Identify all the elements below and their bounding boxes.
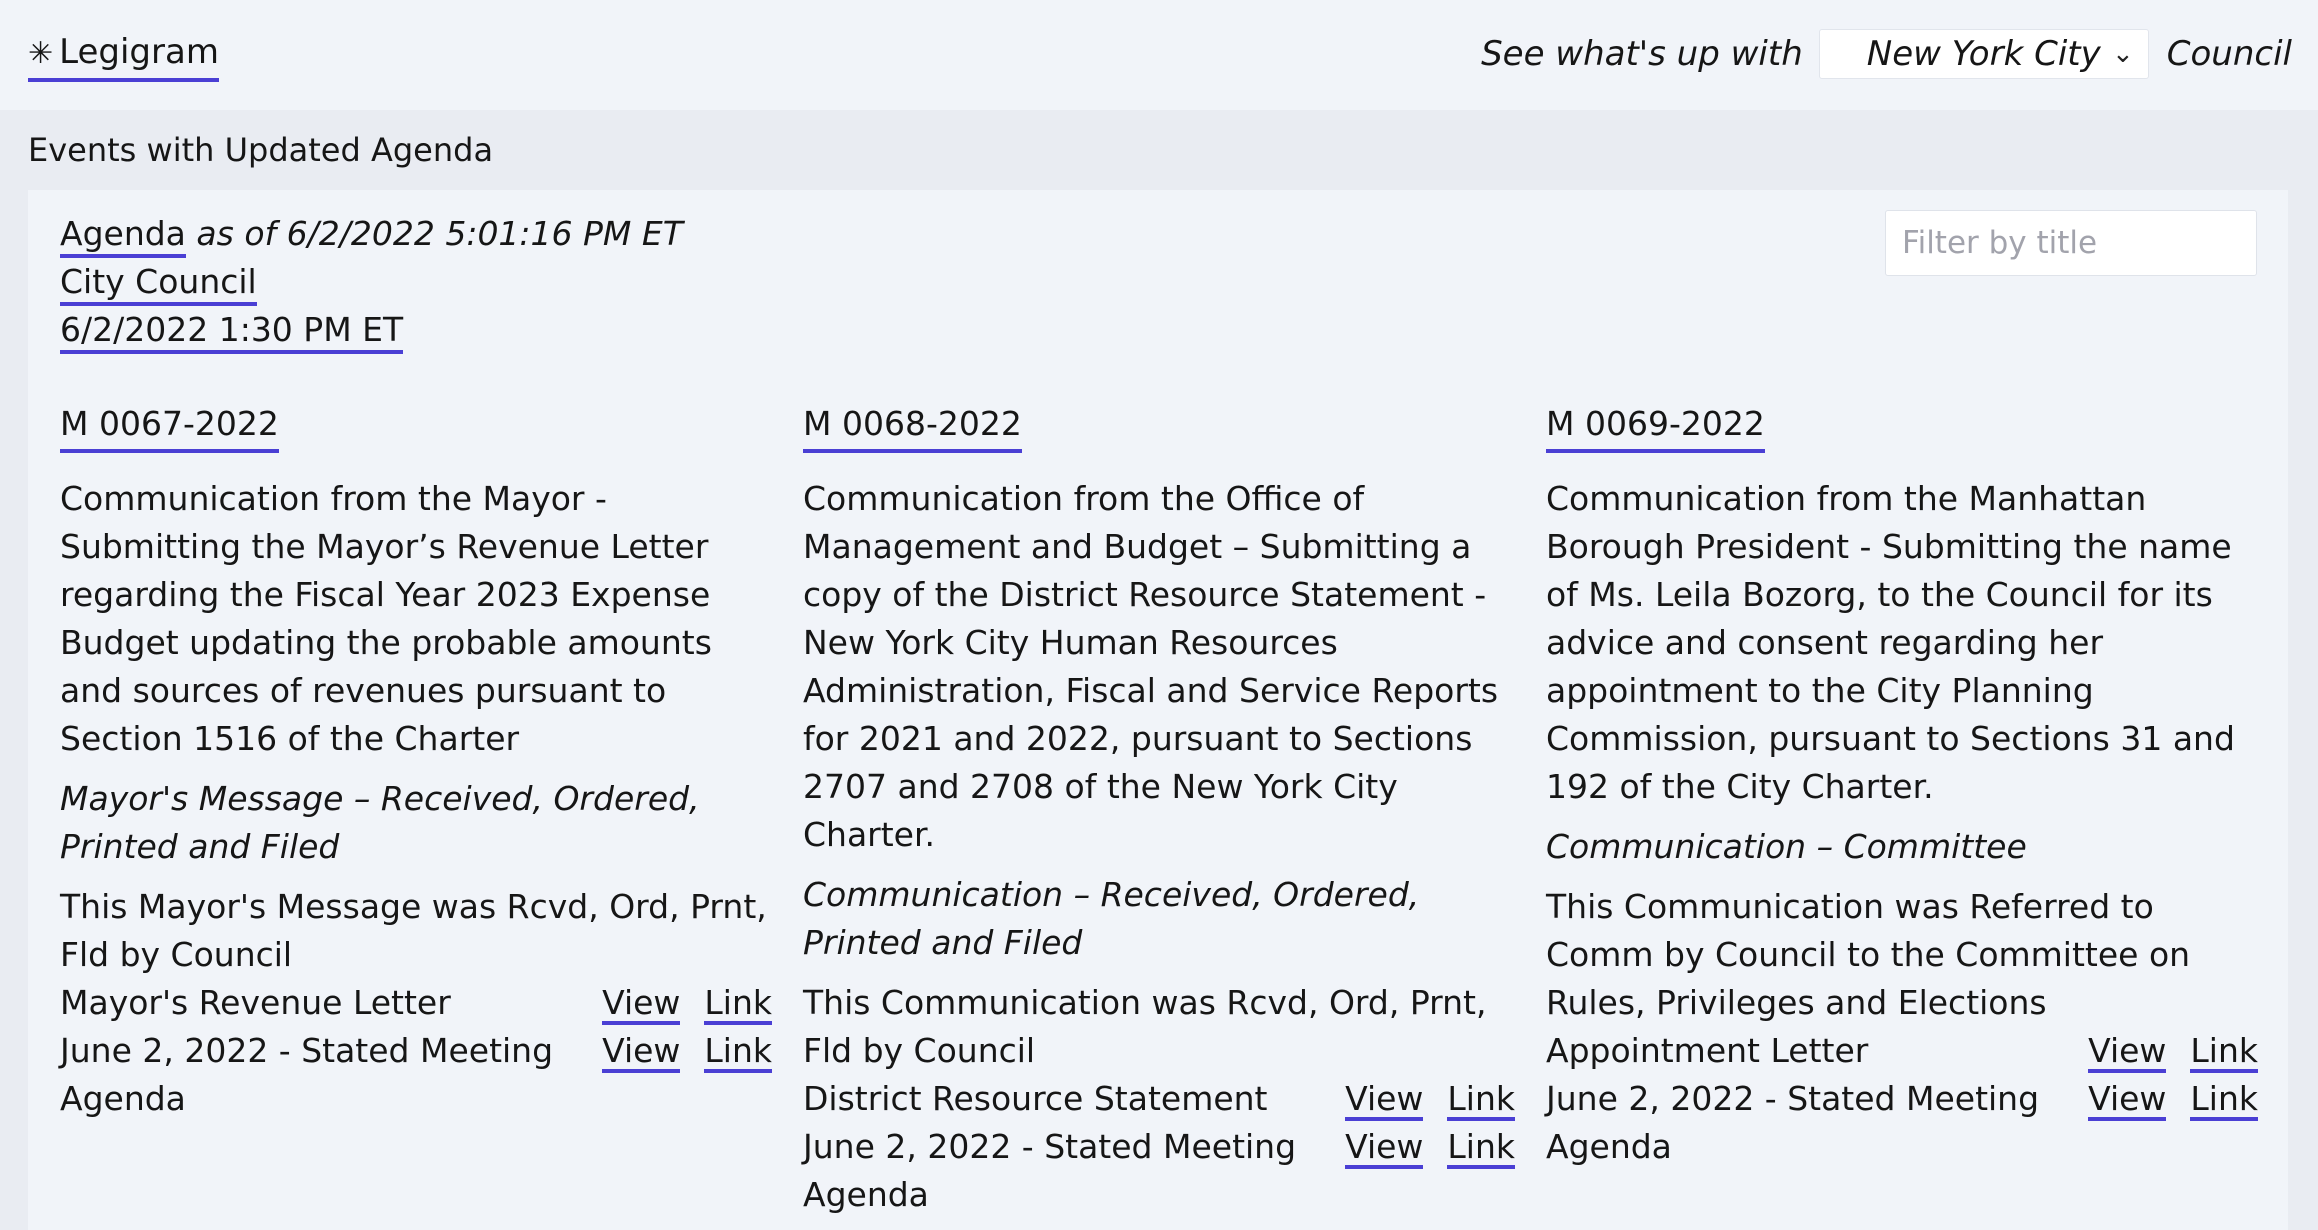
agenda-link[interactable]: Agenda xyxy=(60,214,186,258)
chevron-down-icon: ⌄ xyxy=(2111,39,2134,69)
item-description: Communication from the Office of Managem… xyxy=(803,479,1499,854)
attachment-row: June 2, 2022 - Stated Meeting Agenda Vie… xyxy=(1546,1075,2258,1171)
agenda-item: M 0068-2022 Communication from the Offic… xyxy=(803,400,1515,1219)
agenda-item: M 0069-2022 Communication from the Manha… xyxy=(1546,400,2258,1171)
external-link[interactable]: Link xyxy=(704,979,772,1025)
item-action: Mayor's Message – Received, Ordered, Pri… xyxy=(60,779,700,866)
view-link[interactable]: View xyxy=(2088,1027,2167,1073)
attachment-row: June 2, 2022 - Stated Meeting Agenda Vie… xyxy=(803,1123,1515,1219)
view-link[interactable]: View xyxy=(602,979,681,1025)
item-description: Communication from the Mayor - Submittin… xyxy=(60,479,712,758)
attachment-row: Mayor's Revenue Letter View Link xyxy=(60,979,772,1027)
picker-suffix: Council xyxy=(2166,34,2292,74)
view-link[interactable]: View xyxy=(1345,1123,1424,1169)
section-title: Events with Updated Agenda xyxy=(28,131,494,169)
item-number-link[interactable]: M 0067-2022 xyxy=(60,400,279,453)
external-link[interactable]: Link xyxy=(1447,1123,1515,1169)
attachment-name: June 2, 2022 - Stated Meeting Agenda xyxy=(1546,1079,2040,1166)
item-action: Communication – Committee xyxy=(1546,827,2027,866)
top-bar: ✳ Legigram See what's up with New York Ci… xyxy=(0,0,2318,110)
item-result: This Mayor's Message was Rcvd, Ord, Prnt… xyxy=(60,887,767,974)
external-link[interactable]: Link xyxy=(2190,1075,2258,1121)
agenda-as-of: as of 6/2/2022 5:01:16 PM ET xyxy=(196,214,683,253)
view-link[interactable]: View xyxy=(602,1027,681,1073)
attachment-name: June 2, 2022 - Stated Meeting Agenda xyxy=(803,1127,1297,1214)
view-link[interactable]: View xyxy=(1345,1075,1424,1121)
asterisk-icon: ✳ xyxy=(28,36,54,71)
agenda-item: M 0067-2022 Communication from the Mayor… xyxy=(60,400,772,1123)
external-link[interactable]: Link xyxy=(1447,1075,1515,1121)
view-link[interactable]: View xyxy=(2088,1075,2167,1121)
attachment-row: June 2, 2022 - Stated Meeting Agenda Vie… xyxy=(60,1027,772,1123)
external-link[interactable]: Link xyxy=(2190,1027,2258,1073)
picker-prompt: See what's up with xyxy=(1481,34,1803,74)
attachment-name: Mayor's Revenue Letter xyxy=(60,983,451,1022)
item-result: This Communication was Rcvd, Ord, Prnt, … xyxy=(803,983,1487,1070)
item-result: This Communication was Referred to Comm … xyxy=(1546,887,2191,1022)
city-select-value: New York City xyxy=(1866,34,2101,74)
item-number-link[interactable]: M 0068-2022 xyxy=(803,400,1022,453)
attachment-name: Appointment Letter xyxy=(1546,1031,1869,1070)
event-datetime-link[interactable]: 6/2/2022 1:30 PM ET xyxy=(60,310,404,354)
brand-name: Legigram xyxy=(59,32,219,72)
attachment-name: June 2, 2022 - Stated Meeting Agenda xyxy=(60,1031,554,1118)
filter-by-title-input[interactable] xyxy=(1885,210,2257,276)
city-picker: See what's up with New York City ⌄ Counc… xyxy=(1481,28,2292,80)
attachment-name: District Resource Statement xyxy=(803,1079,1268,1118)
event-header: Agenda as of 6/2/2022 5:01:16 PM ET City… xyxy=(60,210,683,354)
external-link[interactable]: Link xyxy=(704,1027,772,1073)
item-description: Communication from the Manhattan Borough… xyxy=(1546,479,2235,806)
attachment-row: Appointment Letter View Link xyxy=(1546,1027,2258,1075)
item-number-link[interactable]: M 0069-2022 xyxy=(1546,400,1765,453)
item-action: Communication – Received, Ordered, Print… xyxy=(803,875,1420,962)
event-card: Agenda as of 6/2/2022 5:01:16 PM ET City… xyxy=(28,190,2288,1230)
body-link[interactable]: City Council xyxy=(60,262,257,306)
city-select[interactable]: New York City ⌄ xyxy=(1818,29,2149,79)
attachment-row: District Resource Statement View Link xyxy=(803,1075,1515,1123)
brand-link[interactable]: ✳ Legigram xyxy=(28,28,219,82)
